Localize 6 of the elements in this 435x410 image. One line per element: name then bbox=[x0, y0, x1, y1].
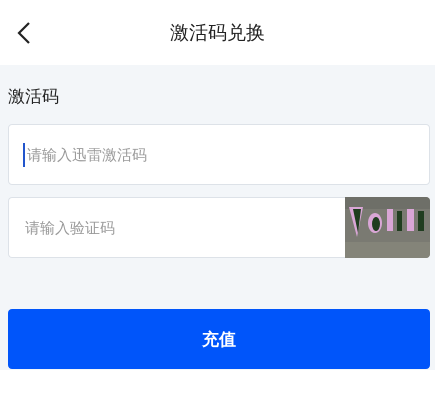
activation-code-field[interactable]: 请输入迅雷激活码 bbox=[8, 124, 430, 185]
page-title: 激活码兑换 bbox=[170, 22, 265, 44]
captcha-field[interactable]: 请输入验证码 bbox=[8, 197, 345, 258]
recharge-button[interactable]: 充值 bbox=[8, 309, 430, 369]
field-label: 激活码 bbox=[8, 86, 59, 108]
back-icon[interactable] bbox=[16, 20, 32, 44]
